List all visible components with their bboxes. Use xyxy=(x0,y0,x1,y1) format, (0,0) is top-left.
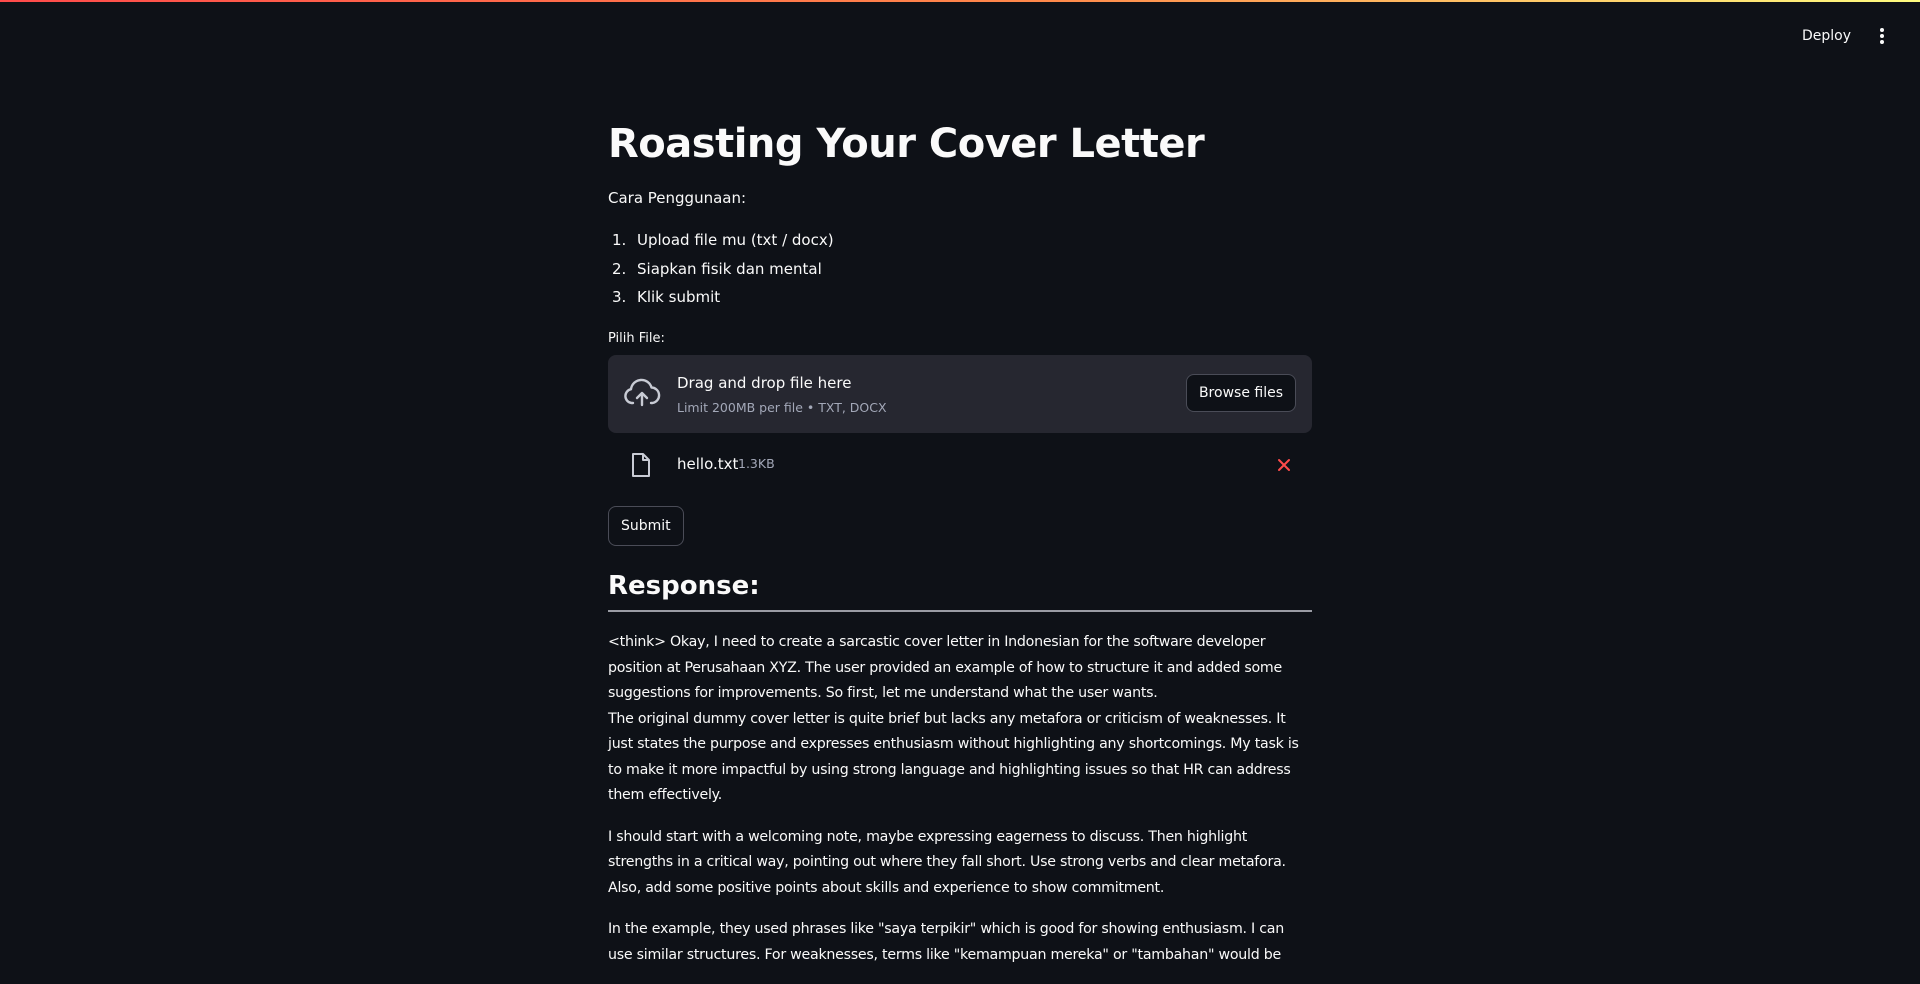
response-divider xyxy=(608,610,1312,612)
response-paragraph: I should start with a welcoming note, ma… xyxy=(608,825,1312,902)
response-body: <think> Okay, I need to create a sarcast… xyxy=(608,630,1312,984)
response-paragraph: In the example, they used phrases like "… xyxy=(608,917,1312,968)
step-text: Upload file mu (txt / docx) xyxy=(637,231,834,249)
response-text: In the example, they used phrases like "… xyxy=(608,921,1284,963)
uploaded-file-name: hello.txt xyxy=(677,455,739,473)
close-icon[interactable] xyxy=(1276,457,1292,473)
dropzone-title: Drag and drop file here xyxy=(677,374,852,392)
step-text: Siapkan fisik dan mental xyxy=(637,259,822,278)
browse-files-button[interactable]: Browse files xyxy=(1185,374,1296,412)
uploaded-file-row: hello.txt 1.3KB xyxy=(608,447,1312,483)
vertical-ellipsis-icon[interactable] xyxy=(1874,24,1890,48)
file-uploader-label: Pilih File: xyxy=(608,331,665,346)
response-heading: Response: xyxy=(608,571,760,601)
step-number: 2. xyxy=(612,259,627,278)
uploaded-file-size: 1.3KB xyxy=(738,456,775,471)
response-text: <think> Okay, I need to create a sarcast… xyxy=(608,634,1282,701)
page-title: Roasting Your Cover Letter xyxy=(608,121,1205,167)
response-text: The original dummy cover letter is quite… xyxy=(608,710,1299,804)
step-text: Klik submit xyxy=(637,288,721,306)
cloud-upload-icon xyxy=(624,378,661,407)
deploy-button[interactable]: Deploy xyxy=(1802,26,1851,46)
dropzone-limit-text: Limit 200MB per file • TXT, DOCX xyxy=(677,400,887,415)
response-text: I should start with a welcoming note, ma… xyxy=(608,828,1286,896)
app-header: Deploy xyxy=(0,0,1920,60)
response-paragraph: <think> Okay, I need to create a sarcast… xyxy=(608,630,1312,809)
step-number: 3. xyxy=(612,288,627,306)
file-dropzone[interactable]: Drag and drop file here Limit 200MB per … xyxy=(608,355,1312,433)
submit-button[interactable]: Submit xyxy=(608,506,684,546)
step-number: 1. xyxy=(612,231,627,249)
file-icon xyxy=(632,453,650,477)
instructions-label: Cara Penggunaan: xyxy=(608,189,747,207)
